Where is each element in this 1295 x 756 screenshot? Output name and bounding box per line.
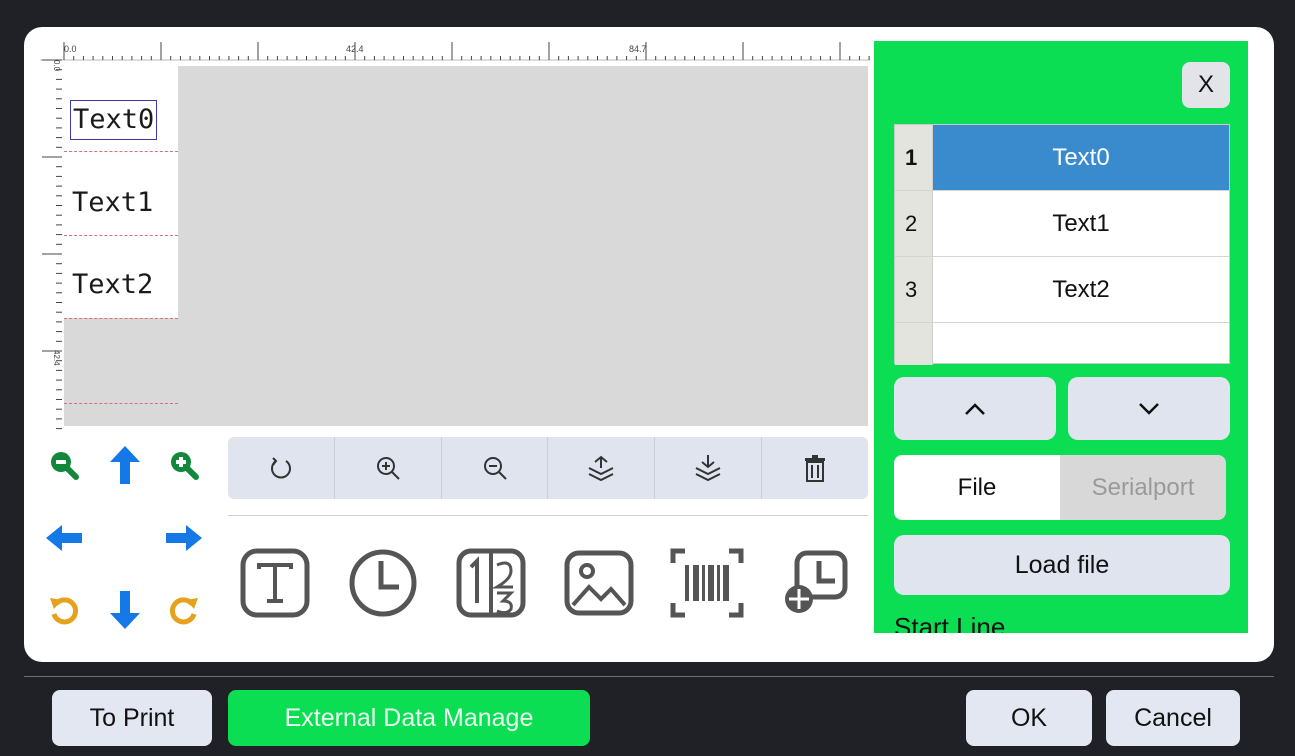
arrow-up-icon[interactable] [105,445,145,485]
panel-scroll-clip: Start Line [874,600,1248,633]
ruler-vlabel-0: 0.0 [52,60,61,72]
zoom-in-icon[interactable] [164,445,204,485]
canvas-text-item[interactable]: Text0 [70,100,158,140]
footer-divider [24,676,1274,677]
guide-line [64,403,178,404]
zoom-out-icon[interactable] [44,445,84,485]
load-file-button[interactable]: Load file [894,535,1230,595]
ruler-vertical: 0.0 42.4 [42,59,62,430]
to-print-button[interactable]: To Print [52,690,212,746]
chevron-down-icon [1139,402,1159,415]
list-item-number: 3 [895,257,933,322]
ruler-vlabel-42: 42.4 [52,350,61,366]
rotate-right-icon[interactable] [164,590,204,630]
clock-tool-icon[interactable] [340,540,426,626]
guide-line [64,235,178,236]
list-item-empty [895,323,1229,365]
layer-down-icon[interactable] [655,437,763,499]
canvas-text-item[interactable]: Text1 [70,184,155,222]
close-button[interactable]: X [1182,62,1230,108]
ruler-label-42: 42.4 [346,44,364,54]
print-canvas[interactable] [64,66,868,426]
list-item-label: Text0 [933,125,1229,190]
move-down-button[interactable] [1068,377,1230,440]
zoom-in-icon[interactable] [335,437,442,499]
chevron-up-icon [965,402,985,415]
start-line-label: Start Line [894,612,1006,633]
list-item-label: Text1 [1052,209,1110,237]
arrow-left-icon[interactable] [44,518,84,558]
list-item[interactable]: 3 Text2 [895,257,1229,323]
ruler-label-0: 0.0 [64,44,77,54]
list-item[interactable]: 1 Text0 [895,125,1229,191]
tab-serialport[interactable]: Serialport [1060,455,1226,520]
list-item-number: 2 [895,191,933,256]
list-item-label: Text2 [1052,275,1110,303]
arrow-right-icon[interactable] [164,518,204,558]
ruler-horizontal: 0.0 42.4 84.7 [40,42,870,61]
guide-line [64,151,178,152]
text-tool-icon[interactable] [232,540,318,626]
image-tool-icon[interactable] [556,540,642,626]
barcode-tool-icon[interactable] [664,540,750,626]
rotate-left-icon[interactable] [44,590,84,630]
canvas-text-item[interactable]: Text2 [70,266,155,304]
toolbar-divider [228,515,868,516]
move-up-button[interactable] [894,377,1056,440]
tab-file[interactable]: File [894,455,1060,520]
guide-line [64,318,178,319]
external-data-manage-button[interactable]: External Data Manage [228,690,590,746]
cancel-button[interactable]: Cancel [1106,690,1240,746]
rotate-icon[interactable] [228,437,335,499]
list-item-number [895,323,933,365]
zoom-out-icon[interactable] [442,437,549,499]
ok-button[interactable]: OK [966,690,1092,746]
edit-toolbar [228,437,868,499]
list-item-number: 1 [895,125,933,190]
trash-icon[interactable] [762,437,868,499]
data-list: 1 Text0 2 Text1 3 Text2 [894,124,1230,365]
arrow-down-icon[interactable] [105,590,145,630]
layer-up-icon[interactable] [548,437,656,499]
ruler-label-84: 84.7 [629,44,647,54]
counter-tool-icon[interactable] [448,540,534,626]
shift-code-tool-icon[interactable] [772,540,858,626]
list-item[interactable]: 2 Text1 [895,191,1229,257]
